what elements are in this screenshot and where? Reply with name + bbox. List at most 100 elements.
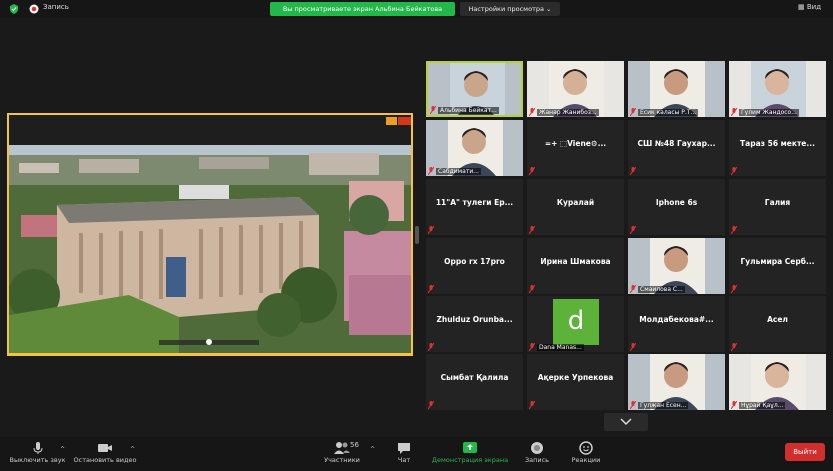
panel-splitter-handle[interactable] <box>415 226 419 244</box>
muted-mic-icon <box>529 343 535 351</box>
reactions-button[interactable]: Реакции <box>567 439 605 464</box>
muted-mic-icon <box>428 226 434 234</box>
record-icon[interactable] <box>29 4 39 14</box>
muted-mic-icon <box>731 226 737 234</box>
share-screen-label: Демонстрация экрана <box>431 456 509 464</box>
audio-options-caret[interactable]: ^ <box>60 446 65 453</box>
muted-mic-icon <box>428 167 434 175</box>
participant-tile[interactable]: Сымбат Қалила <box>426 354 523 410</box>
participant-tile[interactable]: Гулим Жандосо... <box>729 61 826 117</box>
participants-label: Участники <box>324 456 360 464</box>
participant-name: 11"А" тулеги Ер... <box>435 198 514 207</box>
leave-meeting-button[interactable]: Выйти <box>785 443 825 461</box>
share-screen-icon <box>463 442 477 453</box>
shield-icon[interactable] <box>9 4 19 14</box>
view-options-dropdown[interactable]: Настройки просмотра ⌄ <box>460 2 560 16</box>
participant-label: Есик каласы Р.Т... <box>638 109 699 116</box>
stop-video-label: Остановить видео <box>73 456 137 464</box>
muted-mic-icon <box>529 226 535 234</box>
participant-tile[interactable]: =+ ⬚Viene⚙... <box>527 120 624 176</box>
participant-tile[interactable]: Молдабекова#... <box>628 296 725 352</box>
shared-window-header <box>9 115 411 145</box>
participant-label: Сабдимати... <box>436 168 481 175</box>
stop-video-button[interactable]: Остановить видео <box>72 439 138 464</box>
share-screen-button[interactable]: Демонстрация экрана <box>430 439 510 464</box>
participant-tile[interactable]: Iphone 6s <box>628 179 725 235</box>
mute-label: Выключить звук <box>9 456 66 464</box>
participants-count: 56 <box>350 441 359 449</box>
shared-screen-video <box>9 145 411 353</box>
participant-tile[interactable]: Нұрай Қаұл... <box>729 354 826 410</box>
participant-tile[interactable]: Oppo rx 17pro <box>426 238 523 294</box>
participant-tile[interactable]: Zhulduz Orunba... <box>426 296 523 352</box>
participant-label: Гулим Жандосо... <box>739 109 799 116</box>
participant-name: Zhulduz Orunba... <box>436 315 513 324</box>
record-label: Запись <box>524 456 550 464</box>
microphone-icon <box>33 442 42 454</box>
participant-name: Сымбат Қалила <box>440 373 509 382</box>
muted-mic-icon <box>529 285 535 293</box>
participant-tile[interactable]: СШ №48 Гаухар... <box>628 120 725 176</box>
chat-label: Чат <box>397 456 411 464</box>
participant-name: Iphone 6s <box>655 198 698 207</box>
participant-tile[interactable]: 11"А" тулеги Ер... <box>426 179 523 235</box>
grid-icon: ▦ <box>798 3 805 11</box>
participant-tile[interactable]: Ирина Шмакова <box>527 238 624 294</box>
participant-label: Гулжан Есен... <box>638 402 689 409</box>
participant-label: Жанар Жанибоз... <box>537 109 599 116</box>
participant-tile[interactable]: Смаилова С... <box>628 238 725 294</box>
avatar-letter: d <box>567 306 585 336</box>
participant-tile[interactable]: Гульмира Серб... <box>729 238 826 294</box>
participant-name: Галия <box>764 198 791 207</box>
muted-mic-icon <box>529 401 535 409</box>
muted-mic-icon <box>731 343 737 351</box>
muted-mic-icon <box>529 167 535 175</box>
muted-mic-icon <box>731 108 737 116</box>
muted-mic-icon <box>630 108 636 116</box>
reactions-icon <box>579 441 593 455</box>
participant-label: Нұрай Қаұл... <box>739 402 786 409</box>
muted-mic-icon <box>731 401 737 409</box>
muted-mic-icon <box>630 343 636 351</box>
participant-tile[interactable]: Асел <box>729 296 826 352</box>
muted-mic-icon <box>630 226 636 234</box>
muted-mic-icon <box>428 285 434 293</box>
participant-name: СШ №48 Гаухар... <box>637 139 716 148</box>
participant-tile[interactable]: Ақерке Урпекова <box>527 354 624 410</box>
participant-tile[interactable]: Сабдимати... <box>426 120 523 176</box>
participant-name: Молдабекова#... <box>639 315 714 324</box>
participant-tile[interactable]: Альбина Бейкат... <box>426 61 523 117</box>
muted-mic-icon <box>630 401 636 409</box>
participant-name: Oppo rx 17pro <box>444 257 505 266</box>
muted-mic-icon <box>430 106 436 114</box>
participant-tile[interactable]: d Dana Manas... <box>527 296 624 352</box>
muted-mic-icon <box>529 108 535 116</box>
chat-button[interactable]: Чат <box>390 439 418 464</box>
participant-name: Ақерке Урпекова <box>537 373 614 382</box>
video-camera-icon <box>98 444 112 452</box>
record-icon <box>531 442 543 454</box>
participants-options-caret[interactable]: ^ <box>370 446 375 453</box>
close-button[interactable] <box>398 117 411 125</box>
avatar: d <box>553 299 599 345</box>
view-button[interactable]: ▦ Вид <box>798 3 821 11</box>
view-button-label: Вид <box>806 3 822 11</box>
minimize-button[interactable] <box>386 117 397 125</box>
viewing-screen-banner: Вы просматриваете экран Альбина Бейкатов… <box>270 2 455 16</box>
participant-tile[interactable]: Куралай <box>527 179 624 235</box>
participant-name: Тараз 56 мекте... <box>740 139 815 148</box>
muted-mic-icon <box>428 401 434 409</box>
participant-tile[interactable]: Тараз 56 мекте... <box>729 120 826 176</box>
participant-tile[interactable]: Галия <box>729 179 826 235</box>
muted-mic-icon <box>630 167 636 175</box>
gallery-scroll-button[interactable] <box>604 413 648 431</box>
participant-tile[interactable]: Есик каласы Р.Т... <box>628 61 725 117</box>
record-button[interactable]: Запись <box>520 439 554 464</box>
chevron-down-icon: ⌄ <box>546 5 552 13</box>
participant-label: Смаилова С... <box>638 286 685 293</box>
participant-name: Гульмира Серб... <box>740 257 815 266</box>
participant-name: Ирина Шмакова <box>540 257 611 266</box>
participant-tile[interactable]: Гулжан Есен... <box>628 354 725 410</box>
video-options-caret[interactable]: ^ <box>130 446 135 453</box>
participant-tile[interactable]: Жанар Жанибоз... <box>527 61 624 117</box>
